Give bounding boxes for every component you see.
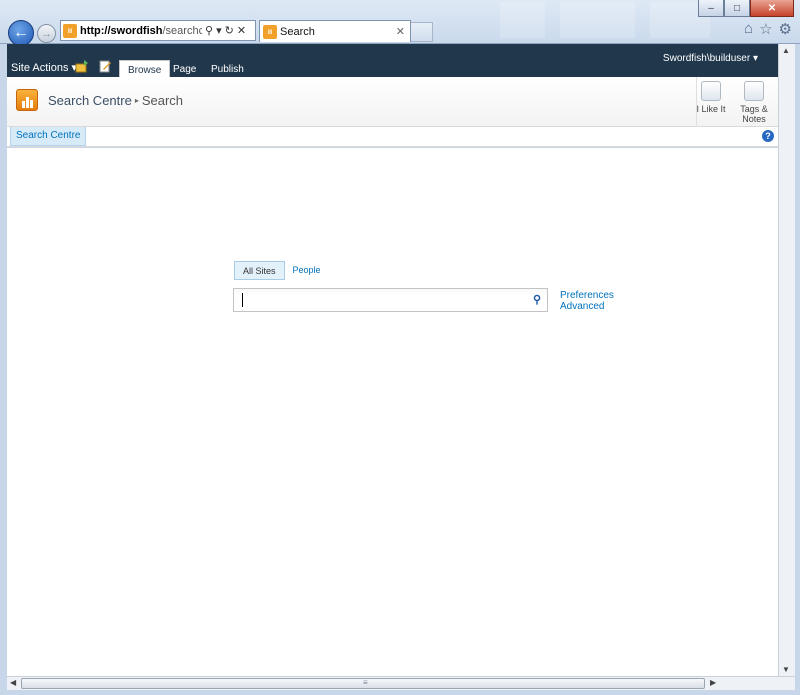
top-navigation: Search Centre ? — [7, 127, 778, 147]
scroll-down-icon[interactable]: ▼ — [782, 665, 790, 674]
search-input[interactable]: ⚲ — [233, 288, 548, 312]
stop-icon[interactable]: ✕ — [237, 24, 246, 37]
scroll-right-icon[interactable]: ▶ — [710, 678, 716, 687]
close-window-button[interactable]: ✕ — [750, 0, 794, 17]
preferences-link[interactable]: Preferences — [560, 290, 614, 301]
tab-title: Search — [280, 25, 315, 38]
edit-page-icon[interactable] — [98, 59, 112, 73]
navigate-up-icon[interactable] — [75, 59, 89, 73]
new-tab-button[interactable] — [411, 22, 433, 42]
browser-tab-search[interactable]: ıı Search ✕ — [259, 20, 411, 42]
ribbon-tab-browse[interactable]: Browse — [119, 60, 171, 77]
search-scope-tabs: All Sites People — [234, 261, 329, 280]
address-url[interactable]: http://swordfish/searchcentre/ — [80, 25, 202, 37]
home-icon[interactable]: ⌂ — [744, 20, 753, 38]
url-path: /searchcentre/ — [162, 24, 203, 37]
tags-notes-button[interactable]: Tags & Notes — [734, 81, 774, 124]
ribbon-tab-publish[interactable]: Publish — [203, 60, 252, 77]
scroll-left-icon[interactable]: ◀ — [10, 678, 16, 687]
search-go-icon[interactable]: ⚲ — [533, 293, 541, 306]
tags-notes-label: Tags & Notes — [740, 104, 768, 124]
forward-button[interactable]: → — [37, 24, 56, 43]
scope-all-sites[interactable]: All Sites — [234, 261, 285, 280]
user-menu[interactable]: Swordfish\builduser ▾ — [663, 53, 758, 64]
background-ribbon-ghost — [500, 2, 545, 38]
page-title: Search — [141, 93, 184, 108]
scroll-grip-icon: ≡ — [363, 678, 368, 687]
scroll-up-icon[interactable]: ▲ — [782, 46, 790, 55]
advanced-search-link[interactable]: Advanced — [560, 301, 614, 312]
vertical-scrollbar[interactable]: ▲ ▼ — [778, 44, 795, 676]
search-options-links: Preferences Advanced — [560, 290, 614, 312]
sharepoint-ribbon: Site Actions ▾ Browse Page Publish Sword… — [7, 44, 778, 77]
horizontal-scrollbar[interactable]: ◀ ≡ ▶ — [7, 676, 795, 690]
tags-notes-icon — [744, 81, 764, 101]
tab-favicon-icon: ıı — [263, 24, 277, 39]
minimize-button[interactable]: – — [698, 0, 724, 17]
scope-people[interactable]: People — [285, 261, 329, 280]
arrow-left-icon: ← — [13, 24, 29, 41]
search-dropdown-icon[interactable]: ⚲ ▾ — [205, 24, 222, 37]
like-tag-icon — [701, 81, 721, 101]
address-bar[interactable]: ıı http://swordfish/searchcentre/ ⚲ ▾ ↻ … — [60, 20, 256, 41]
url-host: http://swordfish — [80, 24, 163, 37]
arrow-right-icon: → — [41, 27, 52, 40]
breadcrumb-separator-icon: ▸ — [134, 96, 139, 105]
i-like-it-label: I Like It — [696, 104, 726, 114]
maximize-button[interactable]: □ — [724, 0, 750, 17]
favorites-star-icon[interactable]: ☆ — [759, 20, 772, 38]
window-controls: – □ ✕ — [698, 0, 794, 17]
nav-item-search-centre[interactable]: Search Centre — [10, 127, 87, 146]
breadcrumb-site-link[interactable]: Search Centre — [48, 93, 132, 108]
text-caret — [242, 293, 243, 307]
site-header: Search Centre ▸ Search I Like It Tags & No… — [7, 77, 778, 127]
search-centre-logo-icon — [16, 89, 38, 111]
help-icon[interactable]: ? — [762, 130, 774, 142]
site-actions-menu[interactable]: Site Actions ▾ — [11, 61, 77, 74]
tools-gear-icon[interactable]: ⚙ — [779, 20, 792, 38]
breadcrumb: Search Centre ▸ Search — [48, 93, 183, 108]
main-content: All Sites People ⚲ Preferences Advanced — [7, 148, 778, 676]
i-like-it-button[interactable]: I Like It — [691, 81, 731, 114]
background-ribbon-ghost — [560, 2, 635, 38]
refresh-icon[interactable]: ↻ — [225, 24, 234, 37]
ribbon-tab-page[interactable]: Page — [165, 60, 204, 77]
browser-toolbar-right: ⌂ ☆ ⚙ — [744, 20, 792, 38]
back-button[interactable]: ← — [8, 20, 34, 46]
site-favicon-icon: ıı — [63, 23, 77, 38]
close-tab-icon[interactable]: ✕ — [396, 25, 405, 38]
browser-chrome: – □ ✕ ← → ıı http://swordfish/searchcent… — [0, 0, 800, 46]
